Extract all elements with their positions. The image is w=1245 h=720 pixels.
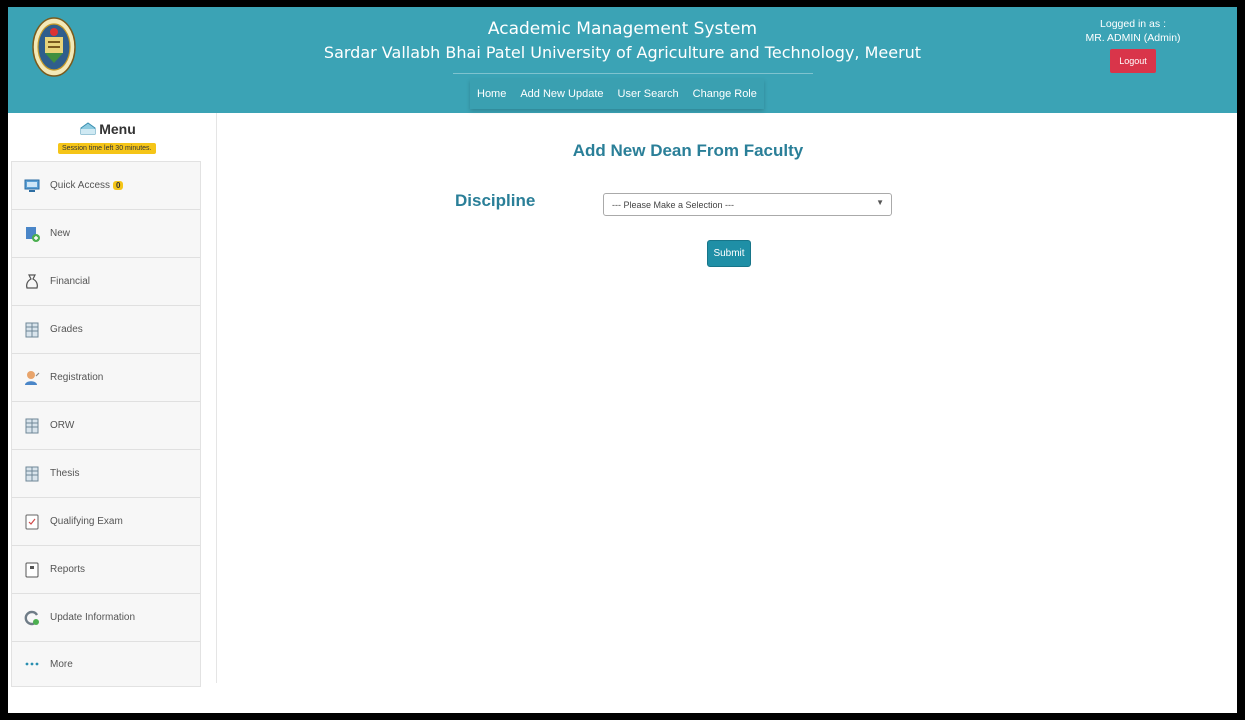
header: Academic Management System Sardar Vallab… [8,7,1237,113]
sidebar-item-label: Reports [50,564,86,575]
sidebar-menu: Quick Access 0 New Financial Grades Regi… [11,161,201,687]
logout-button[interactable]: Logout [1110,49,1156,73]
sidebar-item-label: New [50,228,71,239]
exam-document-icon [24,514,40,530]
university-name: Sardar Vallabh Bhai Patel University of … [323,43,922,62]
sidebar-item-label: Update Information [50,612,136,623]
grid-icon [24,418,40,434]
nav-home[interactable]: Home [470,79,513,109]
logged-in-label: Logged in as : [1100,18,1166,30]
sidebar-item-new[interactable]: New [12,210,200,258]
grid-icon [24,322,40,338]
nav-user-search[interactable]: User Search [611,79,686,109]
chevron-down-icon: ▼ [876,198,884,207]
sidebar-item-label: Financial [50,276,91,287]
sidebar-item-label: Qualifying Exam [50,516,123,527]
sidebar-item-qualifying-exam[interactable]: Qualifying Exam [12,498,200,546]
monitor-icon [24,178,40,194]
sidebar-item-label: Thesis [50,468,80,479]
submit-button[interactable]: Submit [707,240,751,267]
discipline-label: Discipline [455,191,536,210]
discipline-select[interactable]: --- Please Make a Selection --- ▼ [603,193,892,216]
sidebar-item-more[interactable]: More [12,642,200,686]
sidebar-item-orw[interactable]: ORW [12,402,200,450]
app-title: Academic Management System [487,19,758,39]
ellipsis-icon [24,656,40,672]
sidebar-item-reports[interactable]: Reports [12,546,200,594]
discipline-select-value: --- Please Make a Selection --- [612,200,735,210]
session-timer-badge: Session time left 30 minutes. [58,143,156,154]
sidebar-item-label: Grades [50,324,83,335]
sidebar-item-quick-access[interactable]: Quick Access 0 [12,162,200,210]
sidebar-item-financial[interactable]: Financial [12,258,200,306]
sidebar-item-grades[interactable]: Grades [12,306,200,354]
sidebar-item-label: Quick Access [50,180,111,191]
top-nav: Home Add New Update User Search Change R… [470,79,764,109]
home-icon [80,122,96,138]
user-icon [24,370,40,386]
sidebar: Menu Session time left 30 minutes. Quick… [8,113,216,687]
nav-add-new-update[interactable]: Add New Update [513,79,610,109]
user-name: MR. ADMIN (Admin) [1085,32,1181,44]
sidebar-item-label: More [50,658,73,670]
new-document-icon [24,226,40,242]
sidebar-item-label: Registration [50,372,104,383]
page-title: Add New Dean From Faculty [572,141,804,160]
nav-change-role[interactable]: Change Role [686,79,764,109]
grid-icon [24,466,40,482]
app-frame: Academic Management System Sardar Vallab… [8,7,1237,713]
title-divider [453,73,813,74]
menu-title: Menu [99,121,136,137]
report-icon [24,562,40,578]
menu-header: Menu [8,121,208,138]
sidebar-divider [216,113,217,683]
update-icon [24,610,40,626]
sidebar-item-label: ORW [50,420,75,431]
sidebar-item-thesis[interactable]: Thesis [12,450,200,498]
money-bag-icon [24,273,40,290]
sidebar-item-registration[interactable]: Registration [12,354,200,402]
sidebar-item-update-information[interactable]: Update Information [12,594,200,642]
count-badge: 0 [113,181,124,190]
login-info: Logged in as : MR. ADMIN (Admin) Logout [1058,17,1208,73]
